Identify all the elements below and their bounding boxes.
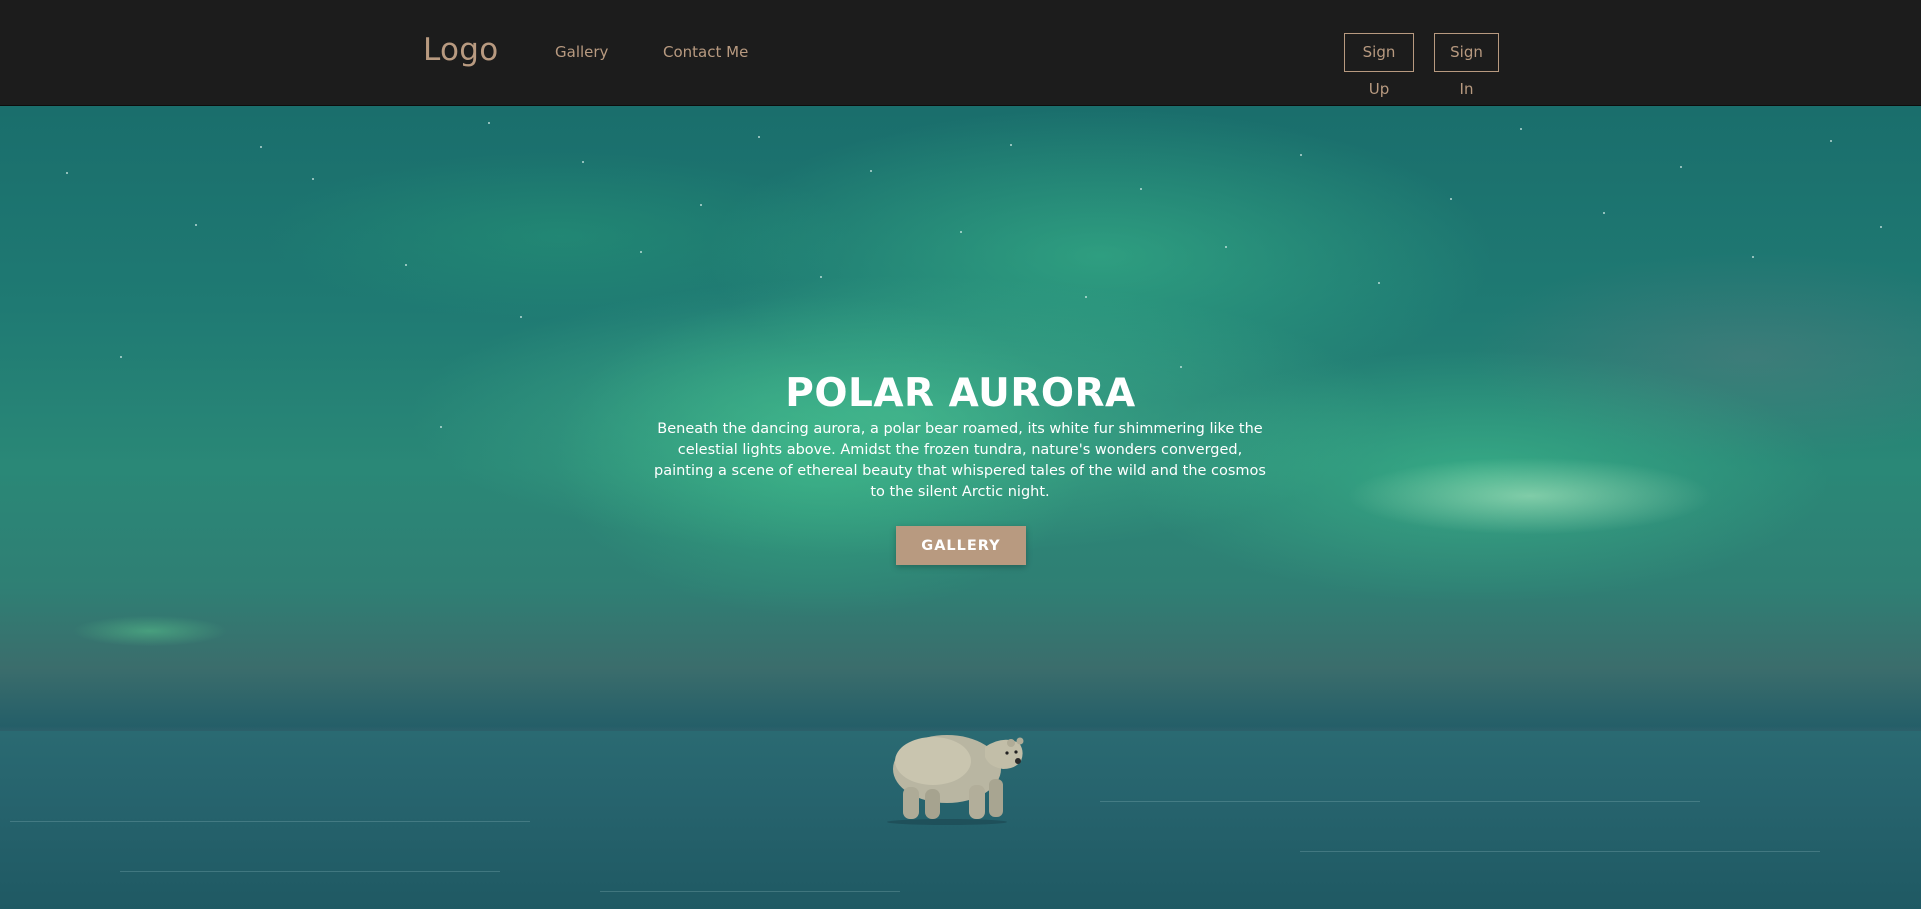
top-navigation-bar: Logo Gallery Contact Me Sign Up Sign In xyxy=(0,0,1921,106)
sign-up-button[interactable]: Sign Up xyxy=(1344,33,1414,98)
nav-link-contact[interactable]: Contact Me xyxy=(663,42,748,62)
nav-link-gallery[interactable]: Gallery xyxy=(555,42,608,62)
sign-in-button[interactable]: Sign In xyxy=(1434,33,1499,98)
hero-section: POLAR AURORA Beneath the dancing aurora,… xyxy=(0,106,1921,909)
polar-bear-illustration xyxy=(887,735,1024,825)
gallery-button[interactable]: GALLERY xyxy=(896,526,1026,565)
site-logo[interactable]: Logo xyxy=(423,30,499,70)
hero-title: POLAR AURORA xyxy=(785,371,1136,416)
hero-description: Beneath the dancing aurora, a polar bear… xyxy=(654,421,1266,500)
